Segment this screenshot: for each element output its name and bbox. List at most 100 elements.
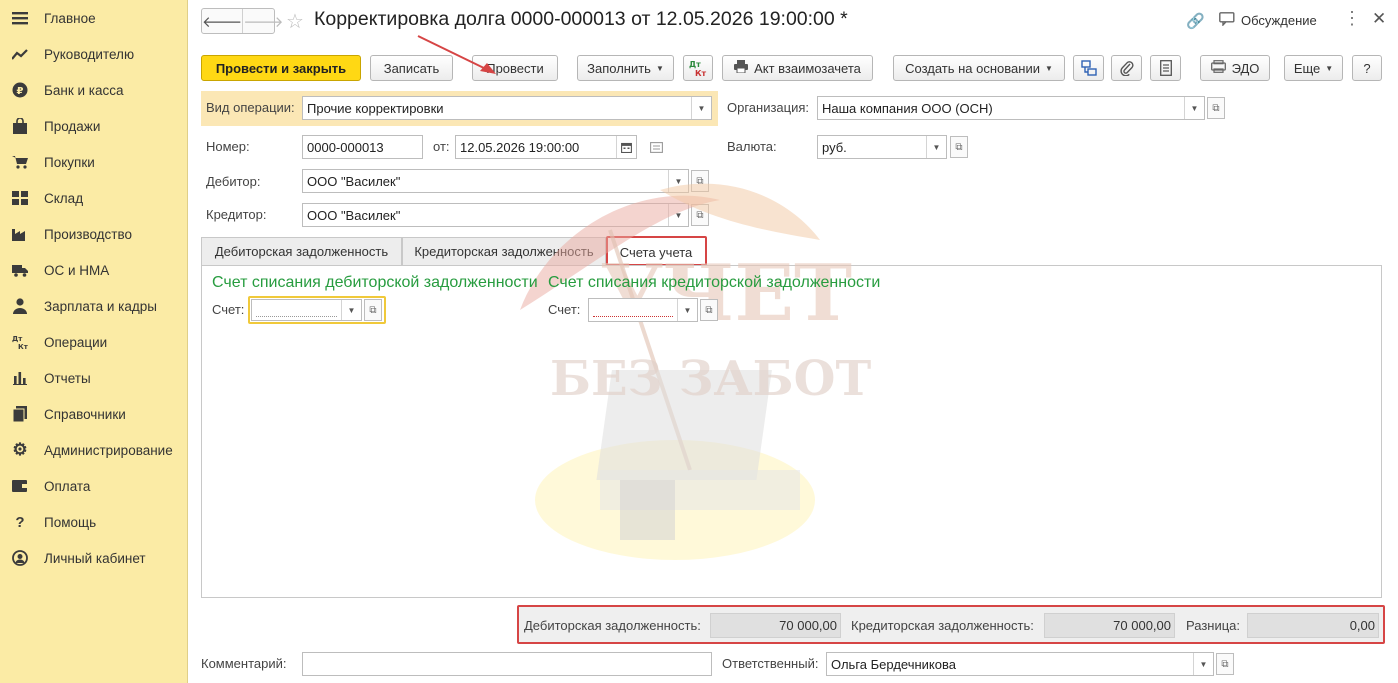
edo-button[interactable]: ЭДО bbox=[1200, 55, 1270, 81]
offset-act-button[interactable]: Акт взаимозачета bbox=[722, 55, 873, 81]
edo-label: ЭДО bbox=[1231, 60, 1260, 76]
chevron-down-icon[interactable]: ▼ bbox=[677, 299, 697, 321]
sidebar-item-production[interactable]: Производство bbox=[0, 216, 188, 252]
open-organization-icon[interactable]: ⧉ bbox=[1207, 97, 1225, 119]
creditor-value: ООО "Василек" bbox=[307, 207, 401, 223]
star-icon[interactable]: ☆ bbox=[286, 9, 304, 34]
debtor-select[interactable]: ООО "Василек" ▼ bbox=[302, 169, 689, 193]
sidebar-item-administration[interactable]: ⚙ Администрирование bbox=[0, 432, 188, 468]
back-button[interactable]: 🡐 bbox=[202, 9, 242, 33]
structure-button[interactable] bbox=[1073, 55, 1104, 81]
discuss-button[interactable]: Обсуждение bbox=[1219, 12, 1317, 29]
close-icon[interactable]: ✕ bbox=[1372, 9, 1386, 29]
sidebar-item-label: Помощь bbox=[44, 514, 97, 530]
credit-account-select[interactable]: ▼ bbox=[588, 298, 698, 322]
chevron-down-icon[interactable]: ▼ bbox=[1193, 653, 1213, 675]
open-currency-icon[interactable]: ⧉ bbox=[950, 136, 968, 158]
link-icon[interactable]: 🔗 bbox=[1186, 12, 1205, 30]
comment-input[interactable] bbox=[302, 652, 712, 676]
open-debtor-icon[interactable]: ⧉ bbox=[691, 170, 709, 192]
sidebar-item-operations[interactable]: Дт Кт Операции bbox=[0, 324, 188, 360]
attach-button[interactable] bbox=[1111, 55, 1142, 81]
help-button[interactable]: ? bbox=[1352, 55, 1382, 81]
sidebar-item-salary[interactable]: Зарплата и кадры bbox=[0, 288, 188, 324]
sidebar-item-bank[interactable]: ₽ Банк и касса bbox=[0, 72, 188, 108]
open-creditor-icon[interactable]: ⧉ bbox=[691, 204, 709, 226]
tab-accounts[interactable]: Счета учета bbox=[606, 237, 706, 266]
sidebar-item-directories[interactable]: Справочники bbox=[0, 396, 188, 432]
dt-kt-button[interactable]: Дт Кт bbox=[683, 55, 713, 81]
sidebar-item-help[interactable]: ? Помощь bbox=[0, 504, 188, 540]
discuss-label: Обсуждение bbox=[1241, 13, 1317, 28]
create-based-on-button[interactable]: Создать на основании ▼ bbox=[893, 55, 1065, 81]
chevron-down-icon[interactable]: ▼ bbox=[668, 204, 688, 226]
organization-value: Наша компания ООО (ОСН) bbox=[822, 100, 993, 116]
question-icon: ? bbox=[15, 513, 25, 531]
more-vertical-icon[interactable]: ⋮ bbox=[1343, 8, 1361, 29]
post-and-close-button[interactable]: Провести и закрыть bbox=[201, 55, 361, 81]
operation-type-select[interactable]: Прочие корректировки ▼ bbox=[302, 96, 712, 120]
debtor-label: Дебитор: bbox=[206, 174, 261, 189]
sidebar-item-warehouse[interactable]: Склад bbox=[0, 180, 188, 216]
sidebar-item-label: Производство bbox=[44, 226, 133, 242]
chevron-down-icon[interactable]: ▼ bbox=[668, 170, 688, 192]
calendar-icon[interactable] bbox=[616, 136, 636, 158]
date-value: 12.05.2026 19:00:00 bbox=[460, 139, 580, 155]
sidebar-item-label: Склад bbox=[44, 190, 84, 206]
sidebar-item-purchases[interactable]: Покупки bbox=[0, 144, 188, 180]
open-responsible-icon[interactable]: ⧉ bbox=[1216, 653, 1234, 675]
currency-select[interactable]: руб. ▼ bbox=[817, 135, 947, 159]
responsible-select[interactable]: Ольга Бердечникова ▼ bbox=[826, 652, 1214, 676]
sidebar-item-reports[interactable]: Отчеты bbox=[0, 360, 188, 396]
organization-label: Организация: bbox=[727, 100, 810, 115]
factory-icon bbox=[10, 224, 30, 244]
annotation-arrow bbox=[417, 35, 496, 74]
sidebar-item-payment[interactable]: Оплата bbox=[0, 468, 188, 504]
sidebar-item-main[interactable]: Главное bbox=[0, 0, 188, 36]
date-field[interactable]: 12.05.2026 19:00:00 bbox=[455, 135, 637, 159]
fill-button[interactable]: Заполнить ▼ bbox=[577, 55, 674, 81]
sidebar-item-fixed-assets[interactable]: ОС и НМА bbox=[0, 252, 188, 288]
sidebar-item-sales[interactable]: Продажи bbox=[0, 108, 188, 144]
list-button[interactable] bbox=[1150, 55, 1181, 81]
chevron-down-icon[interactable]: ▼ bbox=[341, 300, 361, 320]
sidebar-item-label: Личный кабинет bbox=[44, 550, 146, 566]
open-debit-account-icon[interactable]: ⧉ bbox=[364, 299, 382, 321]
cart-icon bbox=[10, 152, 30, 172]
warehouse-icon bbox=[10, 188, 30, 208]
person-icon bbox=[10, 296, 30, 316]
tab-receivables[interactable]: Дебиторская задолженность bbox=[201, 237, 402, 265]
sidebar-item-label: Отчеты bbox=[44, 370, 91, 386]
sidebar-item-account[interactable]: Личный кабинет bbox=[0, 540, 188, 576]
svg-text:Дт: Дт bbox=[689, 60, 701, 69]
paperclip-icon bbox=[1119, 61, 1134, 76]
sidebar-item-label: Продажи bbox=[44, 118, 101, 134]
document-note-icon[interactable] bbox=[650, 141, 663, 156]
chevron-down-icon[interactable]: ▼ bbox=[1184, 97, 1204, 119]
offset-act-label: Акт взаимозачета bbox=[754, 60, 861, 76]
chevron-down-icon: ▼ bbox=[655, 63, 664, 73]
number-field[interactable]: 0000-000013 bbox=[302, 135, 423, 159]
total-debit-value: 70 000,00 bbox=[710, 613, 841, 638]
svg-text:₽: ₽ bbox=[17, 86, 24, 97]
sidebar-item-label: Банк и касса bbox=[44, 82, 124, 98]
organization-select[interactable]: Наша компания ООО (ОСН) ▼ bbox=[817, 96, 1205, 120]
debit-account-select[interactable]: ▼ bbox=[251, 299, 362, 321]
truck-icon bbox=[10, 260, 30, 280]
sidebar-item-label: Оплата bbox=[44, 478, 91, 494]
credit-account-value bbox=[593, 303, 673, 317]
chevron-down-icon[interactable]: ▼ bbox=[691, 97, 711, 119]
chevron-down-icon[interactable]: ▼ bbox=[926, 136, 946, 158]
more-button[interactable]: Еще ▼ bbox=[1284, 55, 1343, 81]
tab-payables[interactable]: Кредиторская задолженность bbox=[402, 237, 606, 265]
sidebar-item-label: Руководителю bbox=[44, 46, 135, 62]
more-label: Еще bbox=[1293, 60, 1321, 76]
forward-button[interactable]: 🡒 bbox=[242, 9, 283, 33]
chevron-down-icon: ▼ bbox=[1044, 63, 1053, 73]
sidebar-item-label: Справочники bbox=[44, 406, 126, 422]
currency-label: Валюта: bbox=[727, 139, 777, 154]
svg-text:Кт: Кт bbox=[695, 69, 707, 77]
open-credit-account-icon[interactable]: ⧉ bbox=[700, 299, 718, 321]
sidebar-item-manager[interactable]: Руководителю bbox=[0, 36, 188, 72]
creditor-select[interactable]: ООО "Василек" ▼ bbox=[302, 203, 689, 227]
